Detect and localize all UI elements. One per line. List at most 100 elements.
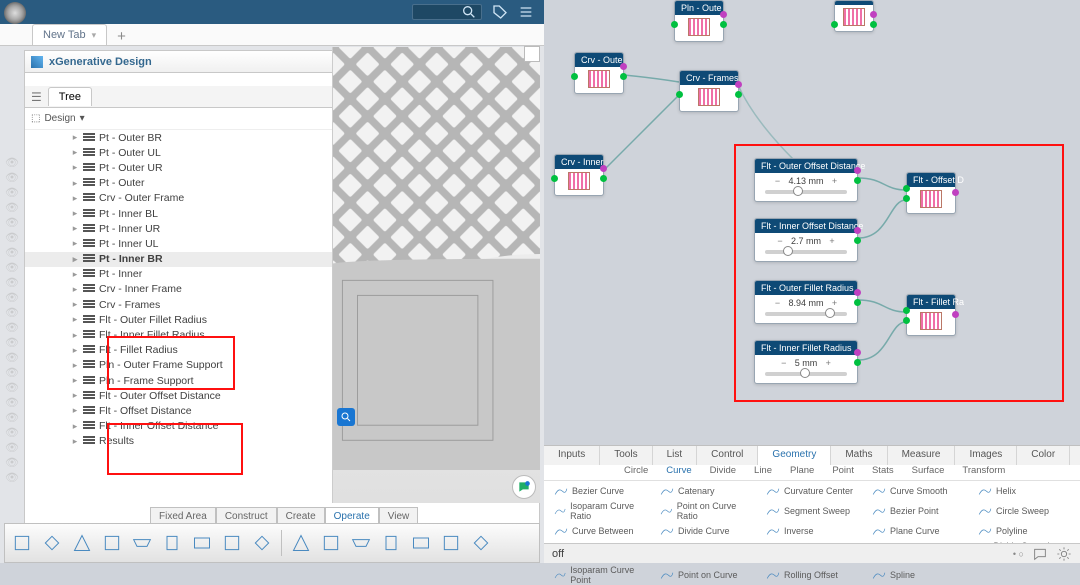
- cmd-button[interactable]: Rolling Offset: [766, 565, 858, 585]
- slider-track[interactable]: [765, 190, 847, 194]
- visibility-toggle[interactable]: 👁: [0, 366, 24, 381]
- chat-icon[interactable]: [1032, 546, 1048, 562]
- visibility-toggle[interactable]: 👁: [0, 201, 24, 216]
- expand-icon[interactable]: ▸: [71, 375, 79, 386]
- slider-track[interactable]: [765, 250, 847, 254]
- visibility-toggle[interactable]: 👁: [0, 411, 24, 426]
- cmd-button[interactable]: Point on Curve: [660, 565, 752, 585]
- tool-button[interactable]: [41, 532, 63, 554]
- visibility-toggle[interactable]: 👁: [0, 471, 24, 486]
- visibility-toggle[interactable]: 👁: [0, 156, 24, 171]
- tool-button[interactable]: [221, 532, 243, 554]
- tool-button[interactable]: [161, 532, 183, 554]
- expand-icon[interactable]: ▸: [71, 421, 79, 432]
- cmd-button[interactable]: Divide Curve: [660, 525, 752, 537]
- expand-icon[interactable]: ▸: [71, 223, 79, 234]
- cmd-button[interactable]: Helix: [978, 485, 1070, 497]
- expand-icon[interactable]: ▸: [71, 132, 79, 143]
- visibility-toggle[interactable]: 👁: [0, 276, 24, 291]
- expand-icon[interactable]: ▸: [71, 436, 79, 447]
- cmd-subtab[interactable]: Surface: [912, 465, 945, 480]
- visibility-toggle[interactable]: 👁: [0, 396, 24, 411]
- cmd-subtab[interactable]: Plane: [790, 465, 814, 480]
- tab-new[interactable]: New Tab ▾: [32, 24, 107, 45]
- global-search[interactable]: [412, 4, 482, 20]
- visibility-toggle[interactable]: 👁: [0, 216, 24, 231]
- menu-icon[interactable]: [518, 4, 534, 20]
- cmd-subtab[interactable]: Stats: [872, 465, 894, 480]
- expand-icon[interactable]: ▸: [71, 254, 79, 265]
- tool-button[interactable]: [101, 532, 123, 554]
- visibility-toggle[interactable]: 👁: [0, 456, 24, 471]
- cmd-button[interactable]: Isoparam Curve Point: [554, 565, 646, 585]
- cmd-button[interactable]: Segment Sweep: [766, 501, 858, 521]
- graph-node[interactable]: [834, 0, 874, 32]
- expand-icon[interactable]: ▸: [71, 345, 79, 356]
- tool-button[interactable]: [410, 532, 432, 554]
- cmd-button[interactable]: Bezier Curve: [554, 485, 646, 497]
- slider-track[interactable]: [765, 312, 847, 316]
- node-graph-canvas[interactable]: Pln - OuteCrv - OuteCrv - FramesCrv - In…: [544, 0, 1080, 445]
- tool-button[interactable]: [251, 532, 273, 554]
- numeric-stepper[interactable]: −5 mm+: [760, 358, 852, 368]
- cmd-tab[interactable]: Maths: [831, 446, 887, 465]
- visibility-toggle[interactable]: 👁: [0, 321, 24, 336]
- tool-button[interactable]: [191, 532, 213, 554]
- numeric-stepper[interactable]: −8.94 mm+: [760, 298, 852, 308]
- add-tab-button[interactable]: +: [117, 28, 126, 45]
- cmd-tab[interactable]: Images: [955, 446, 1017, 465]
- cmd-subtab[interactable]: Line: [754, 465, 772, 480]
- cmd-button[interactable]: Plane Curve: [872, 525, 964, 537]
- cmd-button[interactable]: Polyline: [978, 525, 1070, 537]
- expand-icon[interactable]: ▸: [71, 360, 79, 371]
- visibility-toggle[interactable]: 👁: [0, 171, 24, 186]
- graph-node[interactable]: Crv - Frames: [679, 70, 739, 112]
- cmd-tab[interactable]: List: [653, 446, 698, 465]
- design-selector[interactable]: ⬚ Design ▾: [31, 113, 85, 124]
- tool-button[interactable]: [440, 532, 462, 554]
- visibility-toggle[interactable]: 👁: [0, 351, 24, 366]
- tool-button[interactable]: [71, 532, 93, 554]
- cmd-subtab[interactable]: Circle: [624, 465, 648, 480]
- cmd-tab[interactable]: Control: [697, 446, 758, 465]
- cmd-button[interactable]: Point on Curve Ratio: [660, 501, 752, 521]
- cmd-button[interactable]: Curve Between: [554, 525, 646, 537]
- tool-button[interactable]: [470, 532, 492, 554]
- visibility-toggle[interactable]: 👁: [0, 231, 24, 246]
- visibility-toggle[interactable]: 👁: [0, 336, 24, 351]
- cmd-subtab[interactable]: Divide: [710, 465, 736, 480]
- expand-icon[interactable]: ▸: [71, 208, 79, 219]
- pin-corner-icon[interactable]: [524, 46, 540, 62]
- slider-node[interactable]: Flt - Inner Fillet Radius −5 mm+: [754, 340, 858, 384]
- visibility-toggle[interactable]: 👁: [0, 291, 24, 306]
- cmd-tab[interactable]: Geometry: [758, 446, 831, 465]
- cmd-button[interactable]: Spline: [872, 565, 964, 585]
- slider-track[interactable]: [765, 372, 847, 376]
- cmd-button[interactable]: Isoparam Curve Ratio: [554, 501, 646, 521]
- slider-node[interactable]: Flt - Inner Offset Distance −2.7 mm+: [754, 218, 858, 262]
- cmd-button[interactable]: Circle Sweep: [978, 501, 1070, 521]
- tag-icon[interactable]: [492, 4, 508, 20]
- cmd-tab[interactable]: Tools: [600, 446, 652, 465]
- cmd-button[interactable]: Bezier Point: [872, 501, 964, 521]
- graph-node[interactable]: Pln - Oute: [674, 0, 724, 42]
- tool-button[interactable]: [350, 532, 372, 554]
- cmd-tab[interactable]: Color: [1017, 446, 1070, 465]
- expand-icon[interactable]: ▸: [71, 405, 79, 416]
- tool-button[interactable]: [320, 532, 342, 554]
- tool-button[interactable]: [380, 532, 402, 554]
- visibility-toggle[interactable]: 👁: [0, 246, 24, 261]
- expand-icon[interactable]: ▸: [71, 193, 79, 204]
- expand-icon[interactable]: ▸: [71, 238, 79, 249]
- visibility-toggle[interactable]: 👁: [0, 306, 24, 321]
- numeric-stepper[interactable]: −2.7 mm+: [760, 236, 852, 246]
- tool-button[interactable]: [131, 532, 153, 554]
- zoom-icon[interactable]: [337, 408, 355, 426]
- cmd-button[interactable]: Catenary: [660, 485, 752, 497]
- expand-icon[interactable]: ▸: [71, 162, 79, 173]
- slider-node[interactable]: Flt - Outer Fillet Radius −8.94 mm+: [754, 280, 858, 324]
- expand-icon[interactable]: ▸: [71, 269, 79, 280]
- expand-icon[interactable]: ▸: [71, 178, 79, 189]
- chat-bubble-icon[interactable]: [512, 475, 536, 499]
- viewport-3d[interactable]: [332, 47, 540, 503]
